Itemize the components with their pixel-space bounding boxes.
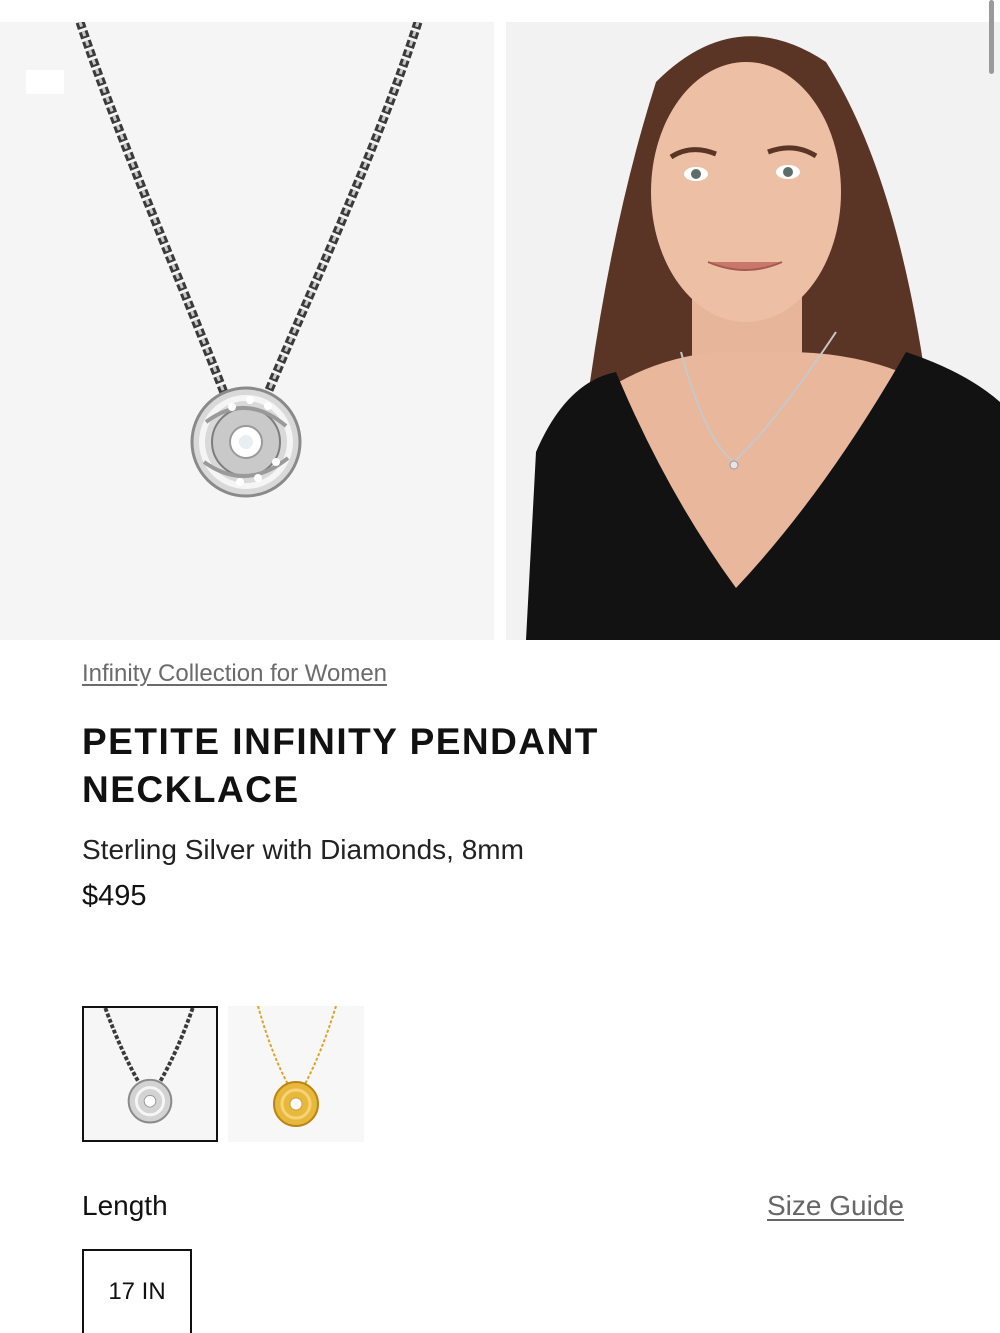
product-title: PETITE INFINITY PENDANT NECKLACE <box>82 721 599 810</box>
silver-pendant-thumbnail <box>84 1008 216 1140</box>
model-illustration <box>506 22 1000 640</box>
length-label: Length <box>82 1190 168 1221</box>
gold-pendant-thumbnail <box>228 1006 364 1142</box>
product-gallery <box>0 0 1000 640</box>
breadcrumb-collection-link[interactable]: Infinity Collection for Women <box>82 660 387 688</box>
size-guide-link[interactable]: Size Guide <box>767 1190 904 1222</box>
length-option-17in[interactable]: 17 IN <box>82 1249 192 1333</box>
product-subtitle: Sterling Silver with Diamonds, 8mm <box>82 834 524 865</box>
model-wearing-necklace-image[interactable] <box>506 22 1000 640</box>
image-badge <box>26 70 64 94</box>
scrollbar[interactable] <box>989 0 994 74</box>
variant-swatch-gold[interactable] <box>228 1006 364 1142</box>
silver-necklace-illustration <box>75 22 423 498</box>
silver-pendant-product-image[interactable] <box>0 22 494 640</box>
product-price: $495 <box>82 880 147 912</box>
variant-swatch-silver[interactable] <box>82 1006 218 1142</box>
